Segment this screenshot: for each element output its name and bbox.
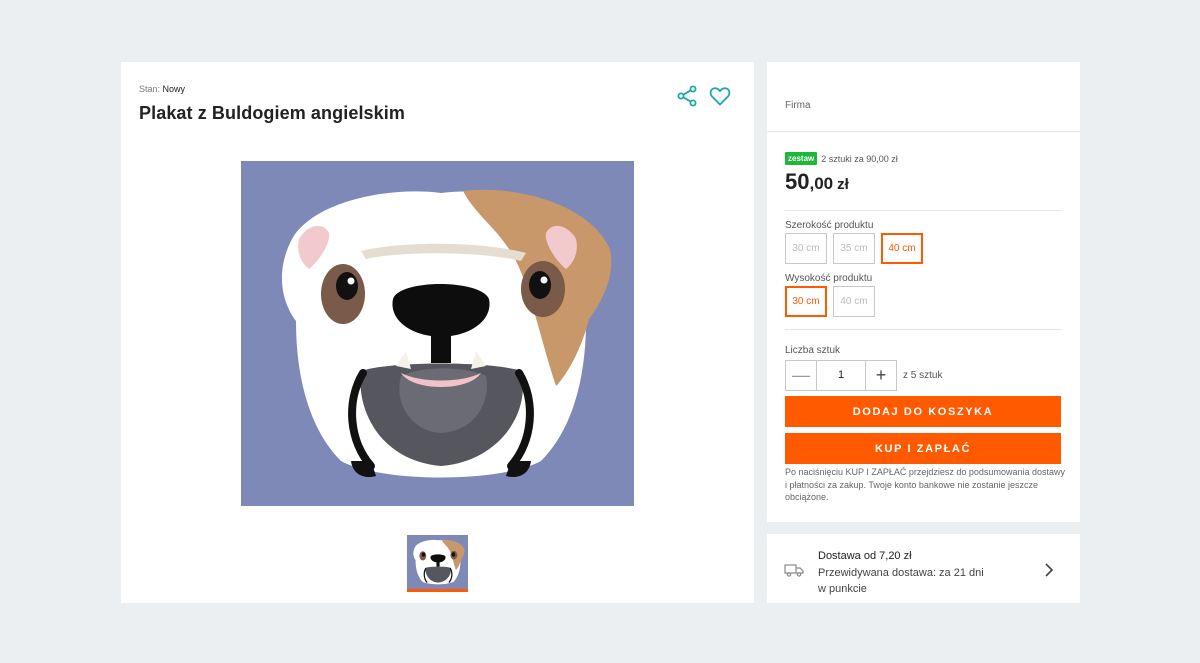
purchase-card: Firma zestaw 2 sztuki za 90,00 zł 50,00 z… <box>767 62 1080 522</box>
promo-text: 2 sztuki za 90,00 zł <box>821 153 898 164</box>
divider <box>785 210 1062 211</box>
quantity-increase-button[interactable]: + <box>865 360 897 391</box>
promo-row: zestaw 2 sztuki za 90,00 zł <box>785 152 898 165</box>
height-options: 30 cm 40 cm <box>785 286 875 317</box>
delivery-info: Dostawa od 7,20 zł Przewidywana dostawa:… <box>818 548 984 598</box>
bulldog-illustration <box>241 161 634 506</box>
thumbnail-image <box>407 535 468 589</box>
width-option-35[interactable]: 35 cm <box>833 233 875 264</box>
width-label: Szerokość produktu <box>785 220 874 231</box>
height-label: Wysokość produktu <box>785 273 873 284</box>
product-thumbnail[interactable] <box>407 535 468 592</box>
width-option-40[interactable]: 40 cm <box>881 233 923 264</box>
width-options: 30 cm 35 cm 40 cm <box>785 233 923 264</box>
price-currency: zł <box>837 176 849 193</box>
condition-line: Stan: Nowy <box>139 84 185 94</box>
condition-label: Stan: <box>139 84 161 94</box>
price-integer: 50 <box>785 169 810 194</box>
share-icon[interactable] <box>675 84 699 108</box>
width-option-30[interactable]: 30 cm <box>785 233 827 264</box>
buy-now-button[interactable]: KUP I ZAPŁAĆ <box>785 433 1061 464</box>
set-badge: zestaw <box>785 152 818 165</box>
divider <box>767 131 1080 132</box>
height-option-30[interactable]: 30 cm <box>785 286 827 317</box>
purchase-note: Po naciśnięciu KUP I ZAPŁAĆ przejdziesz … <box>785 467 1065 502</box>
divider <box>785 329 1062 330</box>
quantity-stepper: — 1 + z 5 sztuk <box>785 360 942 391</box>
delivery-estimate: Przewidywana dostawa: za 21 dni <box>818 566 984 579</box>
price: 50,00 zł <box>785 169 849 195</box>
product-title: Plakat z Buldogiem angielskim <box>139 103 405 123</box>
quantity-available: z 5 sztuk <box>903 370 943 381</box>
delivery-price: Dostawa od 7,20 zł <box>818 550 912 562</box>
quantity-input[interactable]: 1 <box>817 360 865 391</box>
height-option-40[interactable]: 40 cm <box>833 286 875 317</box>
heart-icon[interactable] <box>708 84 732 108</box>
add-to-cart-button[interactable]: DODAJ DO KOSZYKA <box>785 396 1061 427</box>
chevron-right-icon[interactable] <box>1044 562 1054 578</box>
thumbnail-active-indicator <box>407 589 468 592</box>
delivery-card[interactable]: Dostawa od 7,20 zł Przewidywana dostawa:… <box>767 534 1080 603</box>
quantity-decrease-button[interactable]: — <box>785 360 817 391</box>
seller-name[interactable]: Firma <box>785 100 811 111</box>
quantity-label: Liczba sztuk <box>785 345 841 356</box>
product-gallery-card: Stan: Nowy Plakat z Buldogiem angielskim <box>121 62 754 603</box>
product-main-image[interactable] <box>241 161 634 506</box>
price-decimal: ,00 <box>809 174 834 193</box>
condition-value: Nowy <box>162 84 186 94</box>
truck-icon <box>784 564 804 577</box>
delivery-method: w punkcie <box>818 583 867 595</box>
